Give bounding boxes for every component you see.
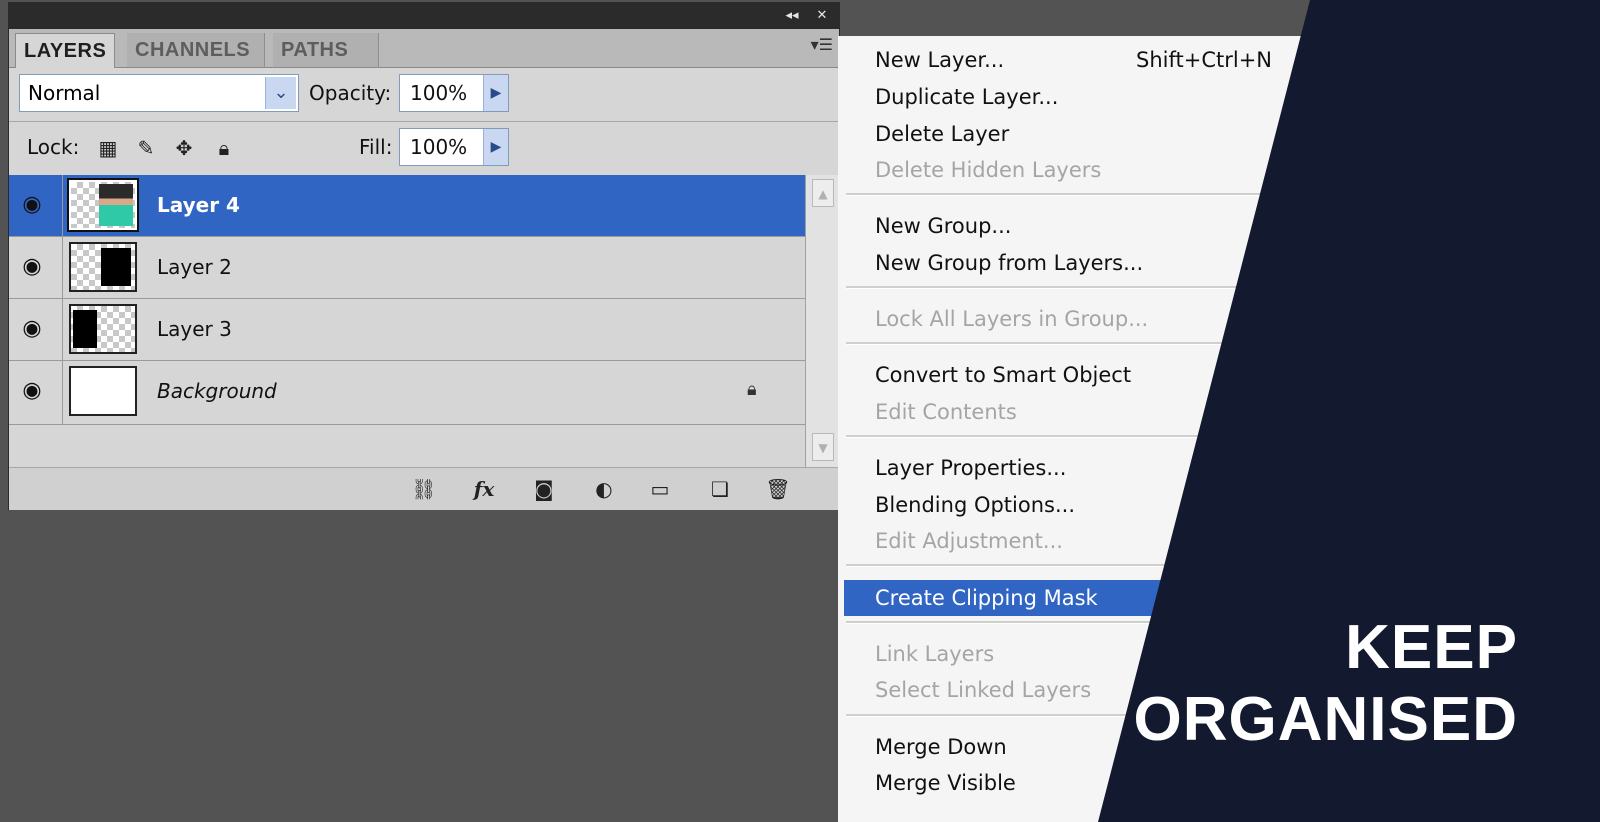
layer-thumbnail <box>69 242 137 292</box>
layer-thumbnail <box>69 366 137 416</box>
layer-thumbnail <box>69 304 137 354</box>
menu-item-delete-layer[interactable]: Delete Layer <box>844 116 1284 152</box>
menu-item-label: New Layer... <box>875 48 1005 72</box>
tab-channels[interactable]: CHANNELS <box>127 33 265 67</box>
visibility-cell[interactable]: ◉ <box>9 299 63 360</box>
visibility-cell[interactable]: ◉ <box>9 175 63 236</box>
scroll-down-icon[interactable]: ▼ <box>812 433 834 461</box>
layer-row[interactable]: ◉ Layer 4 <box>9 175 805 237</box>
new-layer-icon[interactable]: ❏ <box>705 476 735 502</box>
visibility-cell[interactable]: ◉ <box>9 361 63 424</box>
menu-item-duplicate-layer[interactable]: Duplicate Layer... <box>844 79 1284 115</box>
headline-line-2: ORGANISED <box>1133 685 1518 754</box>
scroll-up-icon[interactable]: ▲ <box>812 179 834 207</box>
layer-row[interactable]: ◉ Layer 3 <box>9 299 805 361</box>
menu-separator <box>846 342 1266 345</box>
fill-value: 100% <box>410 135 468 159</box>
layer-thumbnail <box>67 178 139 232</box>
layer-row[interactable]: ◉ Background 🔒︎ <box>9 361 805 425</box>
layers-scrollbar[interactable]: ▲ ▼ <box>805 175 839 467</box>
layer-row[interactable]: ◉ Layer 2 <box>9 237 805 299</box>
lock-label: Lock: <box>27 135 80 159</box>
menu-item-delete-hidden-layers: Delete Hidden Layers <box>875 158 1102 182</box>
eye-icon[interactable]: ◉ <box>19 316 45 342</box>
menu-shortcut: Shift+Ctrl+N <box>1136 48 1272 72</box>
panel-tabs: LAYERS CHANNELS PATHS ▾☰ <box>9 29 839 68</box>
opacity-field[interactable]: 100% ▶ <box>399 74 509 112</box>
blend-row: Normal ⌄ Opacity: 100% ▶ <box>9 67 839 122</box>
layer-name[interactable]: Layer 4 <box>157 193 240 217</box>
fx-icon[interactable]: fx <box>469 476 499 502</box>
lock-image-icon[interactable]: ✎ <box>135 137 157 159</box>
layer-name[interactable]: Background <box>157 379 277 403</box>
menu-item-new-group-from-layers[interactable]: New Group from Layers... <box>844 245 1284 281</box>
blend-mode-select[interactable]: Normal ⌄ <box>19 74 299 112</box>
fill-slider-arrow-icon[interactable]: ▶ <box>483 129 508 165</box>
eye-icon[interactable]: ◉ <box>19 254 45 280</box>
opacity-value: 100% <box>410 81 468 105</box>
layers-panel: ◂◂ ✕ LAYERS CHANNELS PATHS ▾☰ Normal ⌄ O… <box>8 2 840 510</box>
folder-icon[interactable]: ▭ <box>645 476 675 502</box>
tab-layers[interactable]: LAYERS <box>15 33 116 68</box>
black-shape-thumbnail <box>73 310 97 348</box>
menu-item-lock-all-layers: Lock All Layers in Group... <box>875 307 1149 331</box>
black-shape-thumbnail <box>101 248 131 286</box>
opacity-label: Opacity: <box>309 81 392 105</box>
visibility-cell[interactable]: ◉ <box>9 237 63 298</box>
lock-icon: 🔒︎ <box>747 379 757 400</box>
lock-position-icon[interactable]: ✥ <box>173 137 195 159</box>
panel-bottom-toolbar: ⛓ fx ◙ ◐ ▭ ❏ 🗑︎ <box>9 467 839 510</box>
menu-separator <box>846 193 1266 196</box>
eye-icon[interactable]: ◉ <box>19 378 45 404</box>
blend-mode-value: Normal <box>28 81 101 105</box>
tab-paths[interactable]: PATHS <box>273 33 379 67</box>
fill-label: Fill: <box>359 135 393 159</box>
panel-titlebar: ◂◂ ✕ <box>9 3 839 29</box>
menu-separator <box>846 286 1266 289</box>
menu-item-new-group[interactable]: New Group... <box>844 208 1284 244</box>
chevron-down-icon[interactable]: ⌄ <box>265 77 296 109</box>
layers-list: ◉ Layer 4 ◉ Layer 2 ◉ Layer 3 ◉ Backgrou… <box>9 175 805 433</box>
opacity-slider-arrow-icon[interactable]: ▶ <box>483 75 508 111</box>
menu-item-new-layer[interactable]: New Layer... Shift+Ctrl+N <box>844 42 1284 78</box>
layer-name[interactable]: Layer 3 <box>157 317 232 341</box>
photo-thumbnail <box>99 184 133 226</box>
layer-name[interactable]: Layer 2 <box>157 255 232 279</box>
lock-all-icon[interactable]: 🔒︎ <box>213 137 235 159</box>
adjustment-icon[interactable]: ◐ <box>589 476 619 502</box>
lock-row: Lock: ▦ ✎ ✥ 🔒︎ Fill: 100% ▶ <box>9 121 839 176</box>
fill-field[interactable]: 100% ▶ <box>399 128 509 166</box>
lock-transparency-icon[interactable]: ▦ <box>97 137 119 159</box>
headline-line-1: KEEP <box>1345 613 1518 682</box>
panel-menu-icon[interactable]: ▾☰ <box>811 35 833 54</box>
headline: KEEP ORGANISED <box>1134 612 1518 756</box>
collapse-icon[interactable]: ◂◂ <box>781 6 803 26</box>
trash-icon[interactable]: 🗑︎ <box>763 476 793 502</box>
mask-icon[interactable]: ◙ <box>529 476 559 502</box>
close-icon[interactable]: ✕ <box>811 6 833 26</box>
eye-icon[interactable]: ◉ <box>19 192 45 218</box>
link-icon[interactable]: ⛓ <box>409 476 439 502</box>
